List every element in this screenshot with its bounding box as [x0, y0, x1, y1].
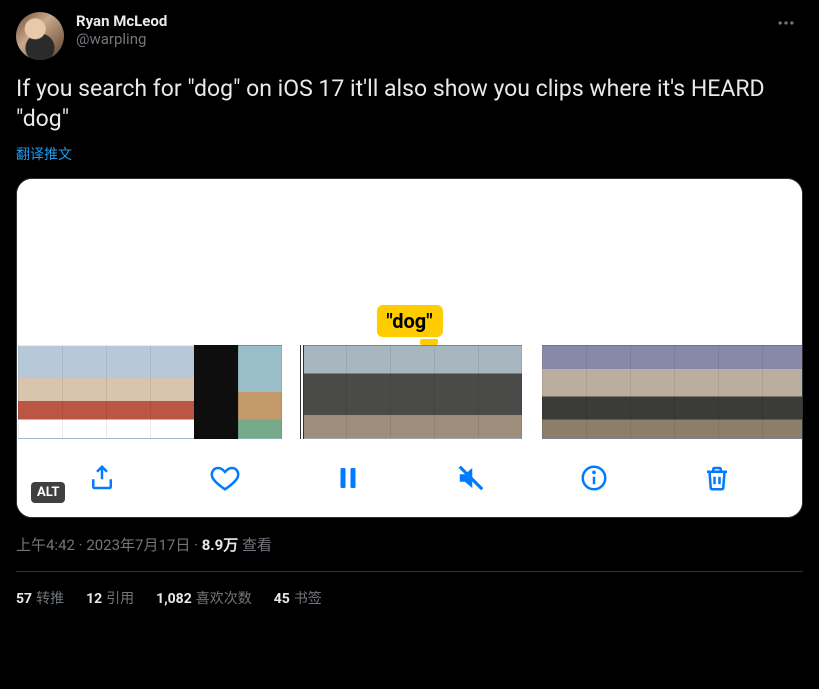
video-frame: [150, 345, 194, 439]
handle: @warpling: [76, 30, 769, 48]
speaker-muted-icon: [456, 463, 486, 493]
video-frame: [302, 345, 346, 439]
tweet-text: If you search for "dog" on iOS 17 it'll …: [16, 74, 803, 134]
video-frame: [478, 345, 522, 439]
search-hit-marker: [420, 339, 438, 345]
info-icon: [579, 463, 609, 493]
mute-button[interactable]: [449, 456, 493, 500]
views-label: 查看: [238, 536, 272, 554]
retweets-stat[interactable]: 57转推: [16, 588, 64, 608]
playhead[interactable]: [300, 345, 304, 439]
avatar[interactable]: [16, 12, 64, 60]
share-button[interactable]: [80, 456, 124, 500]
more-options-button[interactable]: [769, 6, 803, 40]
video-frame: [390, 345, 434, 439]
pause-icon: [333, 463, 363, 493]
video-filmstrip[interactable]: [17, 345, 802, 439]
clip-group: [542, 345, 802, 439]
trash-icon: [702, 463, 732, 493]
video-frame: [586, 345, 630, 439]
video-frame: [674, 345, 718, 439]
more-horizontal-icon: [776, 13, 796, 33]
media-toolbar: [17, 439, 802, 517]
alt-badge[interactable]: ALT: [31, 482, 65, 503]
media-attachment[interactable]: "dog": [16, 178, 803, 518]
author-names[interactable]: Ryan McLeod @warpling: [76, 12, 769, 48]
search-term-tooltip: "dog": [376, 305, 442, 337]
info-button[interactable]: [572, 456, 616, 500]
tweet-container: Ryan McLeod @warpling If you search for …: [0, 0, 819, 624]
video-frame: [542, 345, 586, 439]
video-frame: [18, 345, 62, 439]
video-frame: [194, 345, 238, 439]
video-frame: [106, 345, 150, 439]
clip-group: [302, 345, 522, 439]
translate-link[interactable]: 翻译推文: [16, 144, 72, 164]
video-frame: [62, 345, 106, 439]
tweet-date: 2023年7月17日: [86, 536, 190, 554]
pause-button[interactable]: [326, 456, 370, 500]
tweet-metadata[interactable]: 上午4:42 · 2023年7月17日 · 8.9万 查看: [16, 534, 803, 555]
delete-button[interactable]: [695, 456, 739, 500]
video-frame: [346, 345, 390, 439]
video-frame: [718, 345, 762, 439]
share-icon: [87, 463, 117, 493]
video-frame: [238, 345, 282, 439]
clip-group: [18, 345, 282, 439]
views-count: 8.9万: [202, 536, 239, 554]
heart-icon: [210, 463, 240, 493]
engagement-stats: 57转推 12引用 1,082喜欢次数 45书签: [16, 572, 803, 624]
video-frame: [762, 345, 802, 439]
bookmarks-stat[interactable]: 45书签: [274, 588, 322, 608]
tweet-header: Ryan McLeod @warpling: [16, 12, 803, 60]
like-button[interactable]: [203, 456, 247, 500]
quotes-stat[interactable]: 12引用: [86, 588, 134, 608]
video-frame: [434, 345, 478, 439]
media-preview-area: "dog": [17, 179, 802, 345]
display-name: Ryan McLeod: [76, 12, 769, 30]
video-frame: [630, 345, 674, 439]
tweet-time: 上午4:42: [16, 536, 75, 554]
likes-stat[interactable]: 1,082喜欢次数: [156, 588, 252, 608]
